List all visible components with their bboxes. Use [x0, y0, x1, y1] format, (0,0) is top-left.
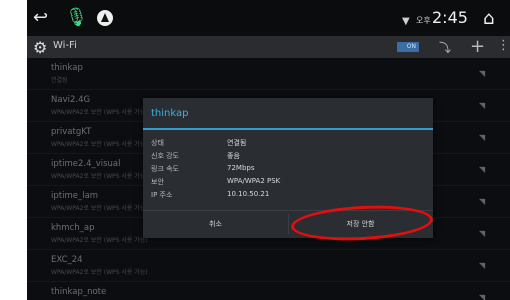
info-value: 72Mbps [227, 164, 255, 172]
info-value: 10.10.50.21 [227, 190, 270, 198]
status-time: 2:45 [432, 8, 468, 27]
info-label: IP 주소 [151, 191, 173, 199]
forget-network-button[interactable]: 저장 안함 [288, 212, 433, 236]
dialog-title: thinkap [151, 108, 189, 119]
back-icon[interactable]: ↩ [33, 8, 48, 28]
info-label: 링크 속도 [151, 165, 179, 173]
info-value: WPA/WPA2 PSK [227, 177, 281, 185]
device-screen: ↩ 🎙 ▼ 오후 2:45 ⌂ ⚙ Wi-Fi ON ⤵ + ⋮ thinkap… [27, 0, 510, 300]
info-row-ip: IP 주소 10.10.50.21 [151, 190, 421, 202]
wifi-toggle[interactable]: ON [397, 42, 419, 52]
info-label: 신호 강도 [151, 152, 179, 160]
info-value: 연결됨 [227, 139, 247, 147]
more-icon[interactable]: ⋮ [497, 38, 510, 53]
info-value: 좋음 [227, 152, 240, 160]
info-row-signal: 신호 강도 좋음 [151, 151, 421, 163]
wps-icon[interactable]: ⤵ [439, 39, 451, 56]
add-icon[interactable]: + [470, 36, 485, 57]
cancel-button[interactable]: 취소 [143, 212, 288, 236]
info-row-link-speed: 링크 속도 72Mbps [151, 164, 421, 176]
network-info-dialog: thinkap 상태 연결됨 신호 강도 좋음 링크 속도 72Mbps 보안 … [143, 98, 433, 238]
status-bar: ↩ 🎙 ▼ 오후 2:45 ⌂ [27, 0, 510, 36]
dialog-button-divider [143, 210, 433, 211]
info-row-security: 보안 WPA/WPA2 PSK [151, 177, 421, 189]
status-ampm: 오후 [416, 16, 431, 25]
info-label: 상태 [151, 139, 164, 147]
wifi-icon: ▼ [402, 16, 410, 27]
home-icon[interactable]: ⌂ [483, 8, 494, 29]
wifi-toggle-label: ON [406, 43, 416, 50]
page-title: Wi-Fi [53, 40, 77, 51]
info-row-status: 상태 연결됨 [151, 138, 421, 150]
mic-icon[interactable]: 🎙 [65, 8, 88, 28]
dialog-title-divider [143, 128, 433, 130]
navigation-icon[interactable] [97, 10, 113, 26]
settings-gear-icon[interactable]: ⚙ [33, 38, 47, 57]
action-bar: ⚙ Wi-Fi ON ⤵ + ⋮ [27, 36, 510, 58]
info-label: 보안 [151, 178, 164, 186]
